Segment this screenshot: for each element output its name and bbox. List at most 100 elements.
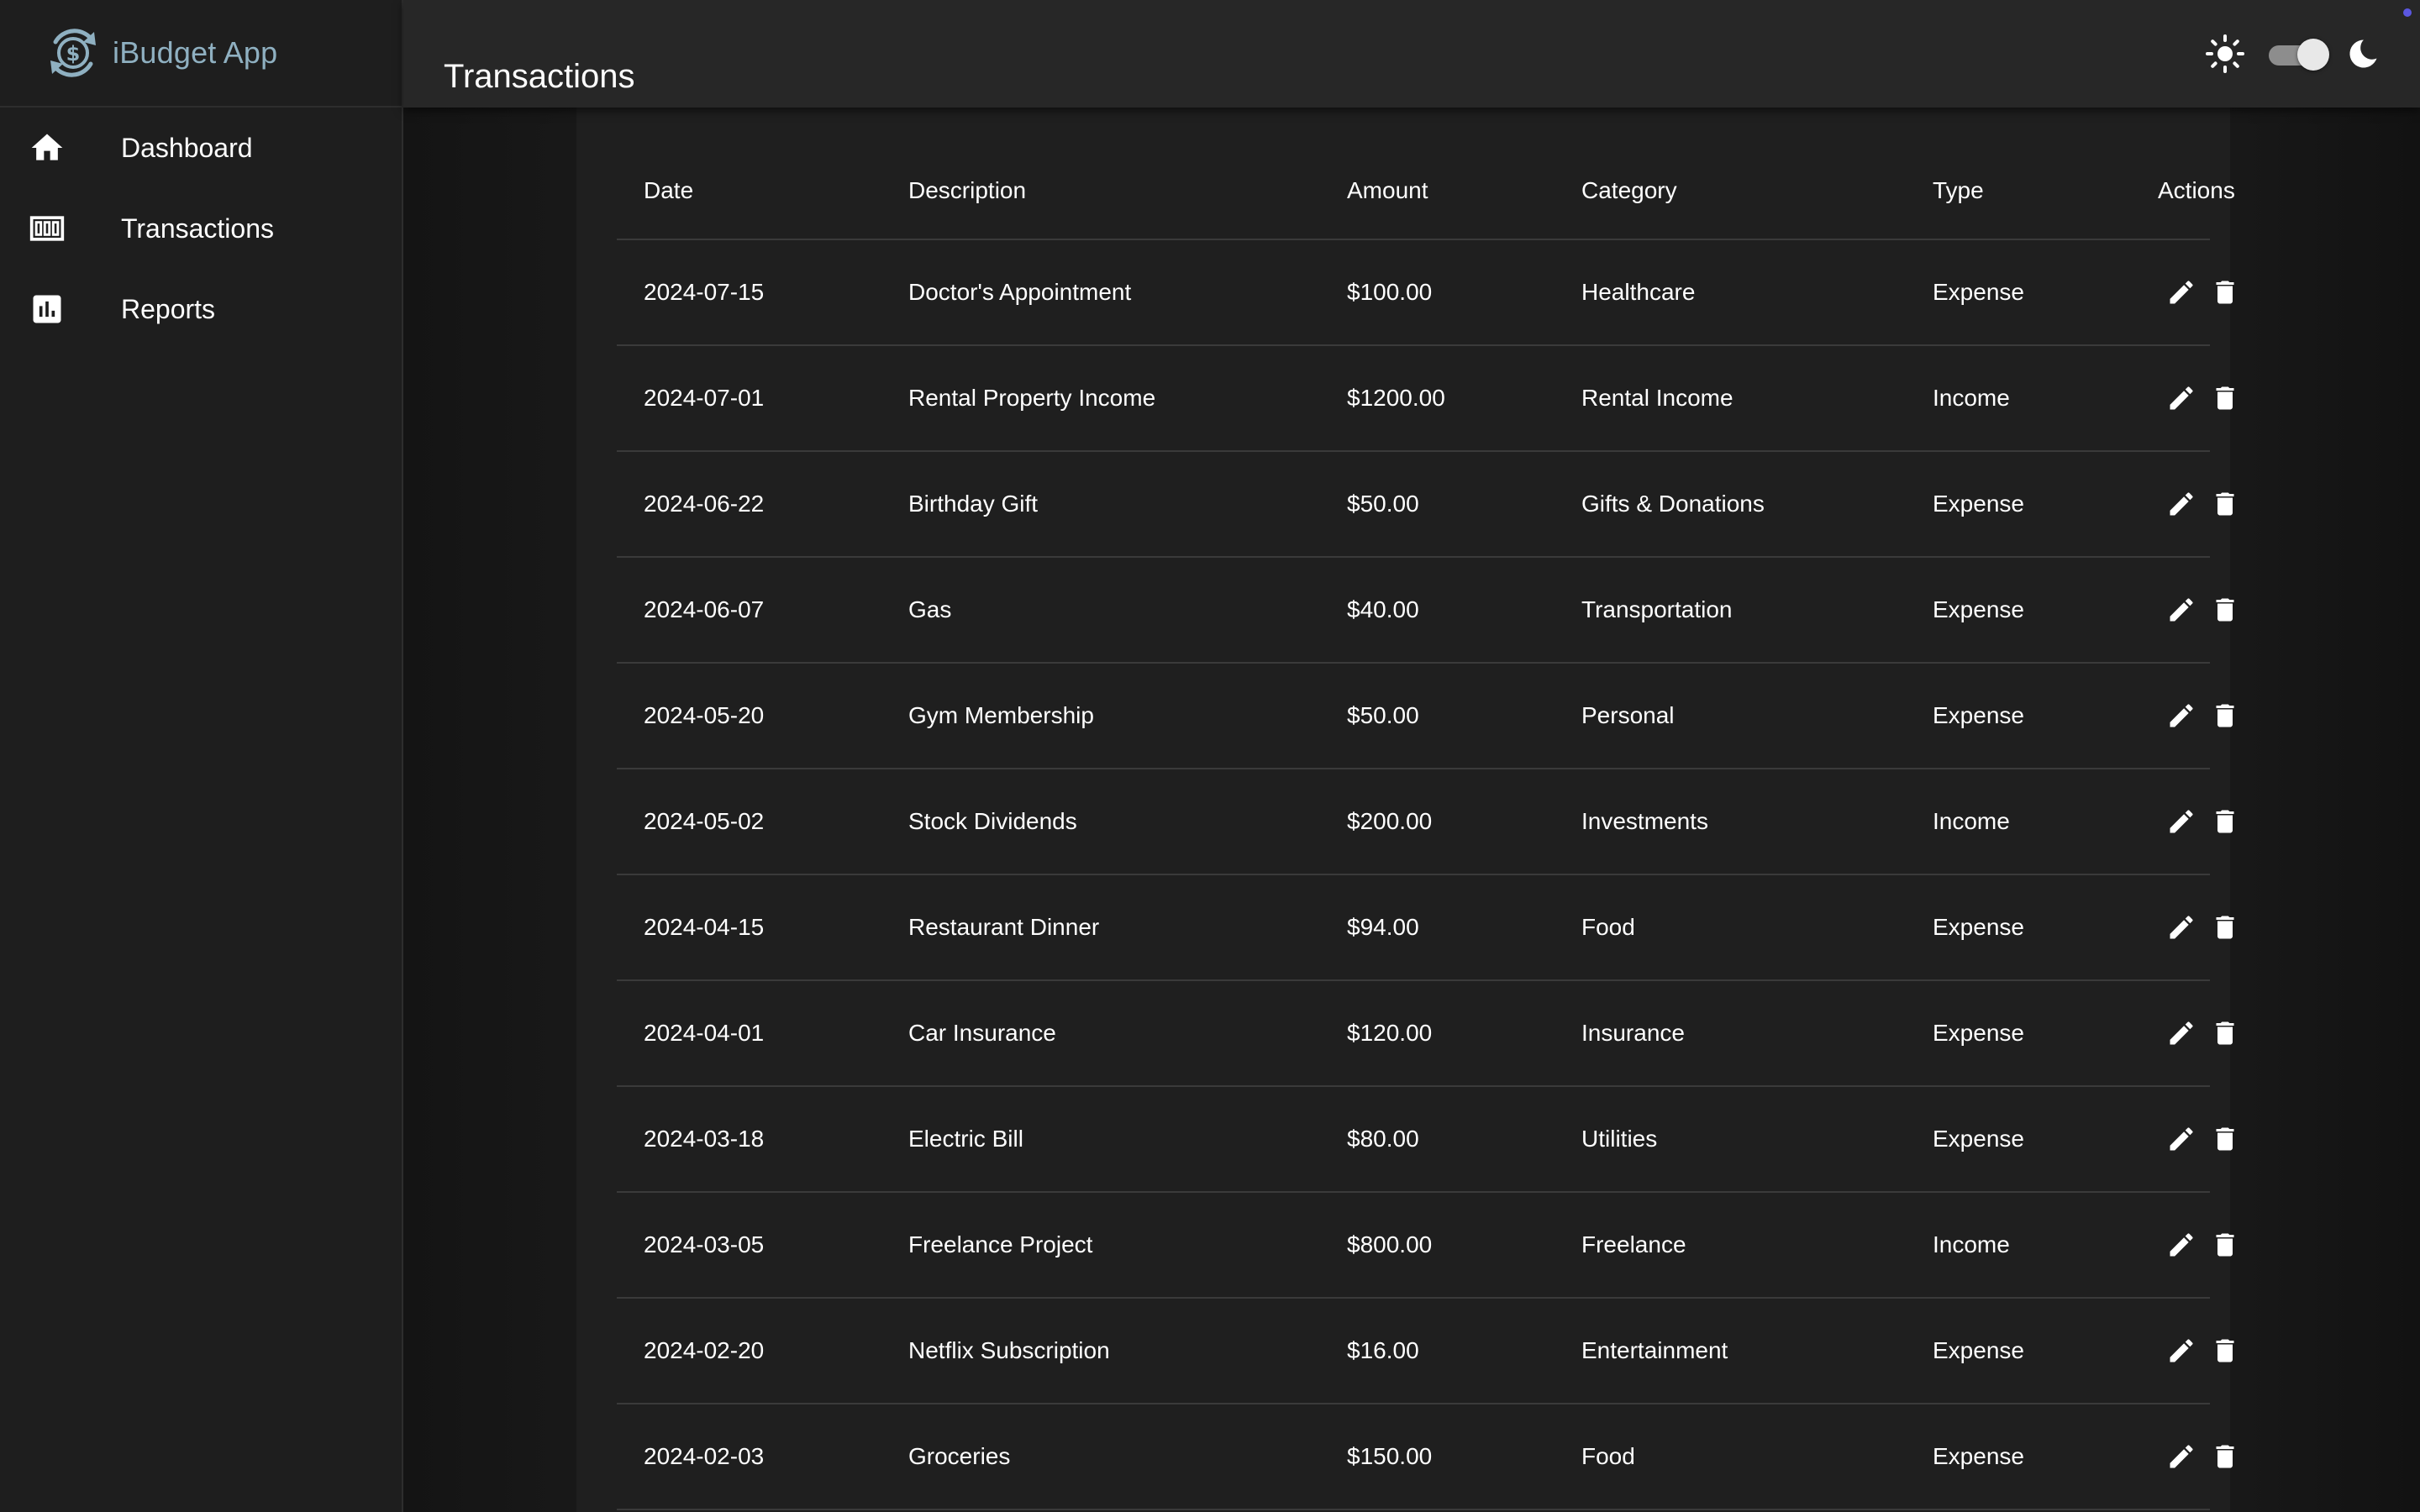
dollar-refresh-logo-icon: $: [50, 29, 96, 77]
cell-date: 2024-05-20: [617, 663, 881, 769]
delete-button[interactable]: [2210, 1121, 2240, 1158]
main-content: Date Description Amount Category Type Ac…: [403, 108, 2420, 1512]
cell-date: 2024-04-15: [617, 874, 881, 981]
delete-button[interactable]: [2210, 803, 2240, 840]
edit-icon: [2170, 1127, 2193, 1151]
cell-category: Transportation: [1555, 557, 1906, 664]
home-icon: [31, 134, 63, 160]
table-head: Date Description Amount Category Type Ac…: [617, 143, 2235, 240]
theme-toggle-switch[interactable]: [2265, 37, 2329, 71]
row-actions: [2158, 1438, 2234, 1475]
edit-button[interactable]: [2166, 697, 2196, 734]
edit-button[interactable]: [2166, 1121, 2196, 1158]
delete-icon: [2216, 810, 2234, 833]
moon-icon: [2349, 39, 2377, 68]
table-row: 2024-05-20 Gym Membership $50.00 Persona…: [617, 663, 2234, 769]
edit-button[interactable]: [2166, 380, 2196, 417]
column-header-description: Description: [881, 143, 1320, 240]
delete-button[interactable]: [2210, 1226, 2240, 1263]
theme-controls: [2205, 34, 2381, 74]
cell-category: Investments: [1555, 769, 1906, 875]
table-body: 2024-07-15 Doctor's Appointment $100.00 …: [617, 239, 2234, 1510]
edit-icon: [2170, 916, 2193, 939]
delete-icon: [2216, 1339, 2234, 1362]
edit-icon: [2170, 810, 2193, 833]
cell-date: 2024-07-01: [617, 345, 881, 452]
row-actions: [2158, 1015, 2234, 1052]
row-actions: [2158, 909, 2234, 946]
transactions-table: Date Description Amount Category Type Ac…: [617, 143, 2235, 1510]
cell-amount: $1200.00: [1320, 345, 1555, 452]
cell-description: Groceries: [881, 1404, 1320, 1510]
edit-button[interactable]: [2166, 591, 2196, 628]
delete-button[interactable]: [2210, 486, 2240, 522]
cell-type: Expense: [1906, 451, 2131, 558]
table-row: 2024-07-15 Doctor's Appointment $100.00 …: [617, 239, 2234, 346]
sidebar-item-label: Transactions: [121, 213, 274, 244]
top-app-bar: Transactions: [403, 0, 2420, 108]
cell-category: Rental Income: [1555, 345, 1906, 452]
sidebar-item-reports[interactable]: Reports: [0, 269, 402, 349]
cell-amount: $50.00: [1320, 451, 1555, 558]
row-actions: [2158, 591, 2234, 628]
delete-button[interactable]: [2210, 697, 2240, 734]
edit-icon: [2170, 492, 2193, 516]
edit-button[interactable]: [2166, 1332, 2196, 1369]
cell-amount: $50.00: [1320, 663, 1555, 769]
edit-icon: [2170, 1021, 2193, 1045]
sidebar-item-transactions[interactable]: Transactions: [0, 188, 402, 269]
cell-type: Expense: [1906, 1298, 2131, 1404]
delete-button[interactable]: [2210, 591, 2240, 628]
row-actions: [2158, 803, 2234, 840]
table-row: 2024-03-18 Electric Bill $80.00 Utilitie…: [617, 1086, 2234, 1193]
edit-button[interactable]: [2166, 803, 2196, 840]
cell-date: 2024-05-02: [617, 769, 881, 875]
table-row: 2024-07-01 Rental Property Income $1200.…: [617, 345, 2234, 452]
edit-button[interactable]: [2166, 1226, 2196, 1263]
delete-button[interactable]: [2210, 1015, 2240, 1052]
cell-category: Freelance: [1555, 1192, 1906, 1299]
cell-actions: [2131, 345, 2234, 452]
cell-amount: $40.00: [1320, 557, 1555, 664]
cell-amount: $120.00: [1320, 980, 1555, 1087]
delete-button[interactable]: [2210, 274, 2240, 311]
cell-description: Gas: [881, 557, 1320, 664]
notification-dot: [2403, 8, 2412, 17]
cell-amount: $80.00: [1320, 1086, 1555, 1193]
cell-amount: $150.00: [1320, 1404, 1555, 1510]
cell-description: Gym Membership: [881, 663, 1320, 769]
edit-icon: [2170, 1233, 2193, 1257]
cell-category: Insurance: [1555, 980, 1906, 1087]
edit-button[interactable]: [2166, 274, 2196, 311]
cell-category: Healthcare: [1555, 239, 1906, 346]
cell-actions: [2131, 1298, 2234, 1404]
cell-actions: [2131, 874, 2234, 981]
sidebar-item-label: Reports: [121, 293, 216, 324]
edit-icon: [2170, 386, 2193, 410]
column-header-actions: Actions: [2131, 143, 2235, 240]
cell-category: Personal: [1555, 663, 1906, 769]
cell-type: Expense: [1906, 874, 2131, 981]
delete-icon: [2216, 1445, 2234, 1468]
sidebar-item-dashboard[interactable]: Dashboard: [0, 108, 402, 188]
cell-type: Expense: [1906, 1404, 2131, 1510]
edit-icon: [2170, 1339, 2193, 1362]
cell-description: Netflix Subscription: [881, 1298, 1320, 1404]
delete-button[interactable]: [2210, 380, 2240, 417]
table-row: 2024-06-22 Birthday Gift $50.00 Gifts & …: [617, 451, 2234, 558]
edit-button[interactable]: [2166, 1438, 2196, 1475]
edit-button[interactable]: [2166, 1015, 2196, 1052]
cell-category: Utilities: [1555, 1086, 1906, 1193]
edit-icon: [2170, 598, 2193, 622]
edit-button[interactable]: [2166, 486, 2196, 522]
delete-button[interactable]: [2210, 1438, 2240, 1475]
row-actions: [2158, 1121, 2234, 1158]
transactions-icon: [29, 216, 65, 241]
brand[interactable]: $ iBudget App: [0, 0, 402, 108]
edit-button[interactable]: [2166, 909, 2196, 946]
table-row: 2024-02-20 Netflix Subscription $16.00 E…: [617, 1298, 2234, 1404]
column-header-amount: Amount: [1320, 143, 1555, 240]
cell-date: 2024-02-20: [617, 1298, 881, 1404]
delete-button[interactable]: [2210, 1332, 2240, 1369]
delete-button[interactable]: [2210, 909, 2240, 946]
